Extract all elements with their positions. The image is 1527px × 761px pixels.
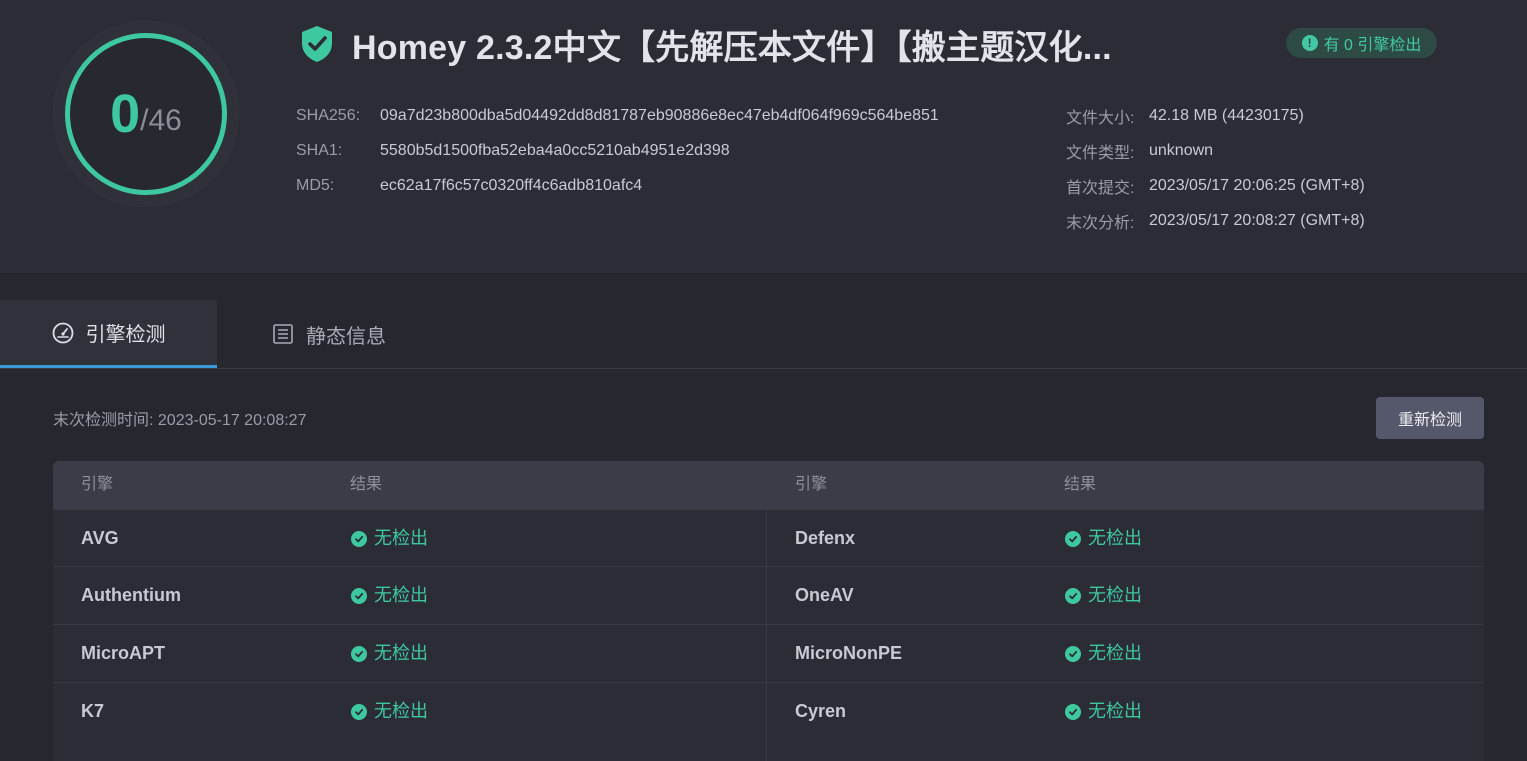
report-tabs: 引擎检测 静态信息	[0, 300, 1527, 369]
header-result: 结果	[350, 476, 383, 493]
result-text: 无检出	[1088, 585, 1142, 605]
file-summary-header: 0 /46 Homey 2.3.2中文【先解压本文件】【搬主题汉化... ! 有…	[0, 0, 1527, 273]
check-circle-icon	[351, 587, 367, 604]
hash-row-sha1: SHA1: 5580b5d1500fba52eba4a0cc5210ab4951…	[296, 133, 939, 168]
engine-name: MicroAPT	[81, 643, 166, 663]
engine-result: 无检出	[1065, 567, 1142, 624]
engine-name: OneAV	[795, 585, 854, 605]
hash-value[interactable]: 5580b5d1500fba52eba4a0cc5210ab4951e2d398	[380, 142, 730, 160]
detection-status-badge: ! 有 0 引擎检出	[1286, 28, 1437, 58]
check-circle-icon	[351, 645, 367, 662]
meta-value: 42.18 MB (44230175)	[1149, 106, 1304, 124]
hash-row-md5: MD5: ec62a17f6c57c0320ff4c6adb810afc4	[296, 168, 939, 203]
meta-value: 2023/05/17 20:06:25 (GMT+8)	[1149, 176, 1365, 194]
file-title-row: Homey 2.3.2中文【先解压本文件】【搬主题汉化...	[300, 22, 1112, 67]
hash-row-sha256: SHA256: 09a7d23b800dba5d04492dd8d81787eb…	[296, 98, 939, 133]
result-text: 无检出	[374, 528, 428, 548]
result-text: 无检出	[374, 643, 428, 663]
shield-check-icon	[300, 25, 334, 63]
gauge-icon	[52, 322, 74, 344]
hash-value[interactable]: ec62a17f6c57c0320ff4c6adb810afc4	[380, 177, 642, 195]
engine-result: 无检出	[351, 625, 428, 682]
meta-label: 末次分析:	[1066, 214, 1135, 232]
last-check-time: 末次检测时间: 2023-05-17 20:08:27	[53, 412, 307, 429]
check-circle-icon	[1065, 645, 1081, 662]
engine-name: K7	[81, 701, 105, 721]
tab-static-info[interactable]: 静态信息	[272, 300, 386, 368]
engine-result: 无检出	[351, 683, 428, 740]
engine-name: Defenx	[795, 528, 856, 548]
detection-score-ring: 0 /46	[65, 33, 227, 195]
table-row: AVG 无检出 Defenx 无检出	[53, 509, 1484, 567]
hash-label: MD5:	[296, 176, 335, 194]
meta-label: 文件大小:	[1066, 109, 1135, 127]
table-row: MicroAPT 无检出 MicroNonPE 无检出	[53, 624, 1484, 682]
meta-row-first-submit: 首次提交: 2023/05/17 20:06:25 (GMT+8)	[1066, 168, 1365, 203]
hash-label: SHA1:	[296, 141, 343, 159]
exclamation-icon: !	[1301, 35, 1318, 51]
tab-label: 静态信息	[306, 325, 386, 348]
tab-label: 引擎检测	[85, 324, 166, 346]
header-engine: 引擎	[795, 476, 828, 493]
hash-value[interactable]: 09a7d23b800dba5d04492dd8d81787eb90886e8e…	[380, 107, 939, 125]
document-list-icon	[272, 323, 294, 345]
engine-result: 无检出	[351, 567, 428, 624]
result-text: 无检出	[374, 701, 428, 721]
file-title: Homey 2.3.2中文【先解压本文件】【搬主题汉化...	[352, 28, 1112, 67]
header-result: 结果	[1064, 476, 1097, 493]
header-engine: 引擎	[81, 476, 114, 493]
result-text: 无检出	[374, 585, 428, 605]
table-header-row: 引擎 结果 引擎 结果	[53, 461, 1484, 509]
engine-result: 无检出	[1065, 510, 1142, 567]
detection-status-text: 有 0 引擎检出	[1323, 37, 1422, 54]
detection-score-gauge: 0 /46	[54, 22, 238, 206]
table-row: Authentium 无检出 OneAV 无检出	[53, 566, 1484, 624]
engine-result: 无检出	[351, 510, 428, 567]
engine-results-table: 引擎 结果 引擎 结果 AVG 无检出 Defenx 无检出 Authentiu…	[53, 461, 1484, 761]
check-circle-icon	[1065, 587, 1081, 604]
meta-label: 文件类型:	[1066, 144, 1135, 162]
result-text: 无检出	[1088, 701, 1142, 721]
detected-count: 0	[110, 84, 141, 144]
engine-result: 无检出	[1065, 625, 1142, 682]
hash-label: SHA256:	[296, 106, 361, 124]
result-text: 无检出	[1088, 643, 1142, 663]
hash-list: SHA256: 09a7d23b800dba5d04492dd8d81787eb…	[296, 98, 939, 203]
check-circle-icon	[351, 703, 367, 720]
meta-row-type: 文件类型: unknown	[1066, 133, 1365, 168]
result-text: 无检出	[1088, 528, 1142, 548]
engine-name: Authentium	[81, 585, 181, 605]
engine-name: AVG	[81, 528, 119, 548]
meta-row-last-analysis: 末次分析: 2023/05/17 20:08:27 (GMT+8)	[1066, 203, 1365, 238]
check-circle-icon	[1065, 530, 1081, 547]
rescan-button[interactable]: 重新检测	[1376, 397, 1484, 439]
engine-name: Cyren	[795, 701, 847, 721]
check-circle-icon	[1065, 703, 1081, 720]
table-row: K7 无检出 Cyren 无检出	[53, 682, 1484, 740]
meta-label: 首次提交:	[1066, 179, 1135, 197]
tab-engine-detection[interactable]: 引擎检测	[0, 300, 217, 368]
engine-name: MicroNonPE	[795, 643, 903, 663]
check-circle-icon	[351, 530, 367, 547]
file-meta-list: 文件大小: 42.18 MB (44230175) 文件类型: unknown …	[1066, 98, 1365, 238]
engine-result: 无检出	[1065, 683, 1142, 740]
total-engines: /46	[140, 104, 182, 137]
meta-value: 2023/05/17 20:08:27 (GMT+8)	[1149, 211, 1365, 229]
meta-row-size: 文件大小: 42.18 MB (44230175)	[1066, 98, 1365, 133]
meta-value: unknown	[1149, 141, 1214, 159]
